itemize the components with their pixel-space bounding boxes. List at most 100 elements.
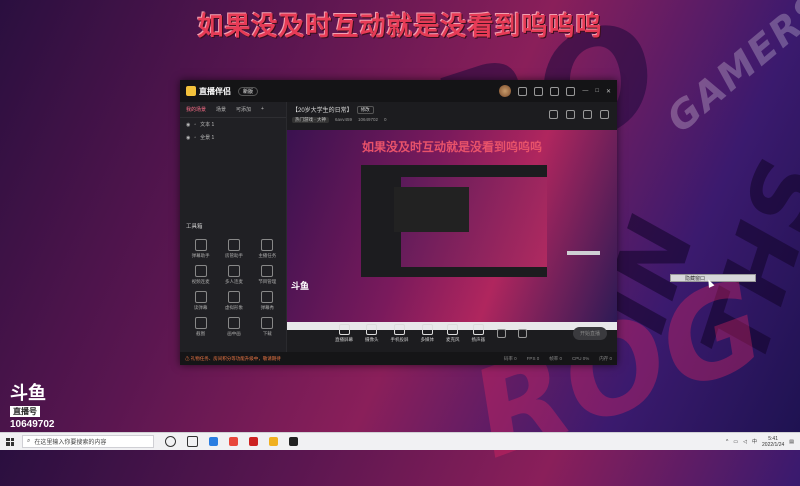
monitor-icon <box>338 323 350 335</box>
live-app-icon[interactable] <box>289 437 298 446</box>
taskbar-search-input[interactable]: ⌕ 在这里输入你要搜索的内容 <box>22 435 154 448</box>
preview-overlay-text: 如果没及时互动就是没看到呜呜呜 <box>361 140 542 154</box>
tool-icon <box>194 291 207 303</box>
microphone-icon <box>447 323 459 335</box>
tool-item[interactable]: 多人连麦 <box>217 265 250 285</box>
tool-icon <box>194 239 207 251</box>
tool-item[interactable]: 房管助手 <box>217 239 250 259</box>
status-item: 内存 0 <box>599 355 612 361</box>
camera-button[interactable]: 摄像头 <box>365 323 379 343</box>
lock-icon[interactable]: ▫ <box>194 122 196 128</box>
menu-icon[interactable] <box>566 86 576 96</box>
app-logo: 直播伴侣 新版 <box>186 86 259 97</box>
minimize-icon[interactable]: — <box>582 88 588 94</box>
speaker-button[interactable]: 扬声器 <box>471 323 486 343</box>
preview-tooltip <box>567 251 600 255</box>
edge-icon[interactable] <box>209 437 218 446</box>
stream-preview[interactable]: 如果没及时互动就是没看到呜呜呜 斗鱼 <box>287 130 617 330</box>
tools-heading: 工具箱 <box>186 224 203 230</box>
tool-item[interactable]: 读弹幕 <box>184 291 217 311</box>
close-icon[interactable]: ✕ <box>606 88 611 95</box>
tool-item[interactable]: 主播任务 <box>251 239 284 259</box>
tool-icon <box>227 317 240 329</box>
search-icon: ⌕ <box>27 438 31 444</box>
context-tooltip[interactable]: 隐藏窗口 <box>670 274 756 282</box>
tab-addable[interactable]: 可添加 <box>236 106 251 113</box>
notification-icon[interactable]: ▤ <box>789 439 794 445</box>
lock-icon[interactable]: ▫ <box>194 135 196 141</box>
scene-item[interactable]: ◉ ▫ 全景 1 <box>180 131 286 144</box>
app-name: 直播伴侣 <box>199 86 231 96</box>
status-item: 帧率 0 <box>549 355 562 361</box>
phone-icon <box>394 323 405 335</box>
edit-title-button[interactable]: 修改 <box>356 105 374 114</box>
tool-icon <box>194 317 207 329</box>
chevron-up-icon[interactable]: ^ <box>726 439 728 445</box>
tool-item[interactable]: 虚拟形象 <box>217 291 250 311</box>
version-badge[interactable]: 新版 <box>238 86 259 96</box>
start-live-button[interactable]: 开始直播 <box>572 326 607 340</box>
tool-item[interactable]: 截图 <box>184 317 217 337</box>
likes-count: 0 <box>384 117 387 122</box>
phone-cast-button[interactable]: 手机投屏 <box>390 323 409 343</box>
add-icon[interactable]: + <box>261 106 264 113</box>
douyu-watermark: 斗鱼 直播号 10649702 <box>10 384 55 430</box>
tool-icon <box>261 265 274 277</box>
windows-start-icon[interactable] <box>6 437 14 446</box>
tool-label: 弹幕秀 <box>260 305 275 310</box>
media-button[interactable]: 多媒体 <box>421 323 434 343</box>
system-tray: ^ ▭ ◁ 中 5:41 2022/1/24 ▤ <box>726 436 800 448</box>
control-label: 麦克风 <box>446 336 460 342</box>
ime-icon[interactable]: 中 <box>752 438 757 445</box>
tool-icon <box>261 291 274 303</box>
scene-icon[interactable] <box>566 110 575 119</box>
network-icon[interactable]: ▭ <box>733 439 738 445</box>
folder-icon[interactable] <box>269 437 278 446</box>
settings-icon[interactable] <box>600 110 609 119</box>
streaming-app-window[interactable]: 直播伴侣 新版 — □ ✕ 我的场景 场景 可添加 + ◉ ▫ 文本 1 ◉ ▫ <box>180 80 617 365</box>
control-label: 扬声器 <box>471 336 486 342</box>
tool-item[interactable]: 节目管理 <box>251 265 284 285</box>
sidebar: 我的场景 场景 可添加 + ◉ ▫ 文本 1 ◉ ▫ 全景 1 工具箱 弹幕助手… <box>180 102 287 352</box>
gift-icon[interactable] <box>549 110 558 119</box>
record-icon[interactable] <box>497 328 506 338</box>
scene-item[interactable]: ◉ ▫ 文本 1 <box>180 118 286 131</box>
control-label: 手机投屏 <box>390 336 409 342</box>
tool-icon <box>261 317 274 329</box>
tool-item[interactable]: 弹幕秀 <box>251 291 284 311</box>
gift-icon[interactable] <box>518 86 528 96</box>
share-icon[interactable] <box>583 110 592 119</box>
tool-grid: 弹幕助手 房管助手 主播任务 视频连麦 多人连麦 节目管理 读弹幕 虚拟形象 弹… <box>184 239 284 337</box>
mail-icon[interactable] <box>534 86 544 96</box>
app-icon[interactable] <box>249 437 258 446</box>
status-warning: ⚠ 礼物任务、房间积分等功能升级中，敬请期待 <box>185 355 281 361</box>
room-title[interactable]: 【20岁大学生的日常】 <box>292 105 353 114</box>
status-item: CPU 0% <box>571 355 590 361</box>
screen-capture-button[interactable]: 直播屏幕 <box>335 323 353 343</box>
settings-icon[interactable] <box>550 86 560 96</box>
eye-icon[interactable]: ◉ <box>186 135 190 141</box>
room-id: 10649702 <box>358 117 379 122</box>
settings-icon[interactable] <box>518 328 527 338</box>
tool-item[interactable]: 下载 <box>251 317 284 337</box>
volume-icon[interactable]: ◁ <box>743 439 747 445</box>
tool-label: 截图 <box>196 331 206 336</box>
tool-item[interactable]: 弹幕助手 <box>184 239 217 259</box>
avatar[interactable] <box>499 85 512 97</box>
tool-item[interactable]: 画中画 <box>217 317 250 337</box>
category-badge[interactable]: 热门游戏 · 大神 <box>292 117 329 123</box>
microphone-button[interactable]: 麦克风 <box>446 323 460 343</box>
tab-my-scenes[interactable]: 我的场景 <box>186 106 206 113</box>
eye-icon[interactable]: ◉ <box>186 122 190 128</box>
wps-icon[interactable] <box>229 437 238 446</box>
tool-icon <box>261 239 274 251</box>
tool-item[interactable]: 视频连麦 <box>184 265 217 285</box>
tab-scenes[interactable]: 场景 <box>216 106 226 113</box>
speaker-icon <box>472 323 484 335</box>
task-view-icon[interactable] <box>187 436 198 447</box>
media-icon <box>421 323 433 335</box>
cortana-icon[interactable] <box>165 436 176 447</box>
maximize-icon[interactable]: □ <box>595 88 599 94</box>
preview-logo: 斗鱼 <box>291 281 310 291</box>
clock[interactable]: 5:41 2022/1/24 <box>762 436 784 448</box>
